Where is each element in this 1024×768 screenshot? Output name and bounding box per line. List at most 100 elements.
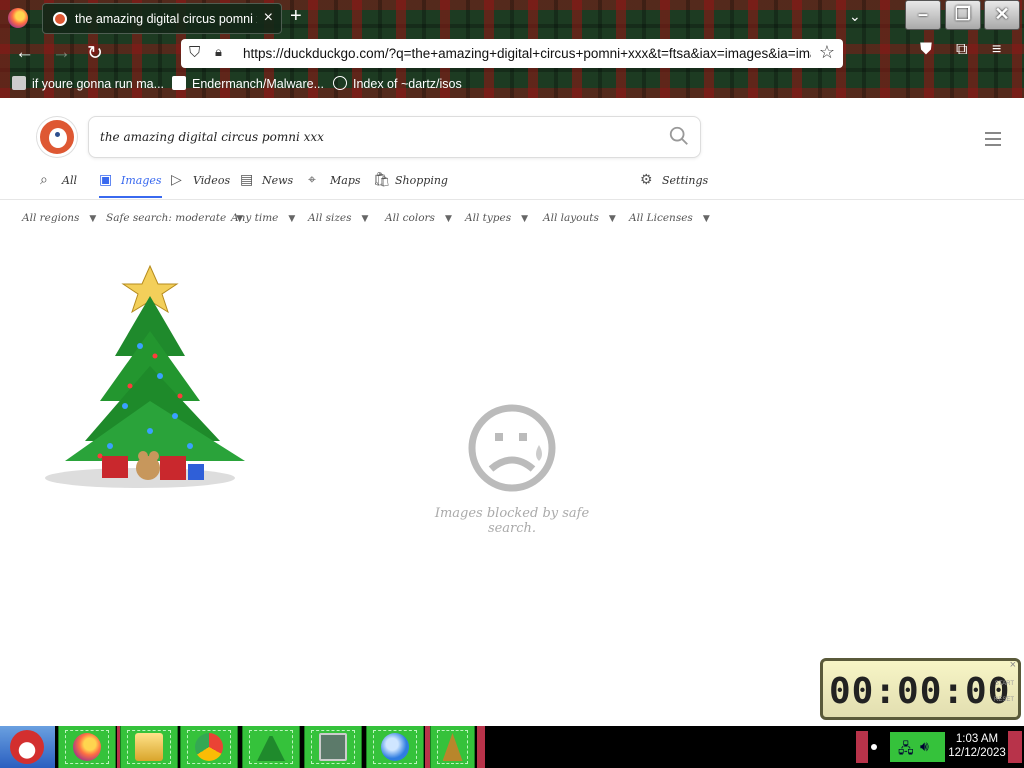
tab-videos[interactable]: ▷ Videos bbox=[171, 172, 230, 198]
shopping-bag-icon: 🛍︎ bbox=[373, 172, 391, 188]
header-divider bbox=[0, 199, 1024, 200]
taskbar: 🖧︎ 🔊︎ 1:03 AM 12/12/2023 bbox=[0, 726, 1024, 768]
chrome-icon bbox=[195, 733, 223, 761]
tab-maps[interactable]: ⌖ Maps bbox=[308, 172, 361, 198]
filter-bar: All regions ▼ Safe search: moderate ▼ Any … bbox=[0, 212, 1024, 232]
tray-indicator bbox=[871, 744, 877, 750]
filter-region[interactable]: All regions ▼ bbox=[22, 212, 96, 224]
thunderbird-icon bbox=[381, 733, 409, 761]
filter-safe-search[interactable]: Safe search: moderate ▼ bbox=[106, 212, 243, 224]
blocked-message: Images blocked by safe search. bbox=[434, 506, 590, 536]
tab-shopping[interactable]: 🛍︎ Shopping bbox=[373, 172, 448, 198]
dropdown-caret-icon: ▼ bbox=[288, 214, 296, 224]
taskbar-christmas-tree-small[interactable] bbox=[430, 726, 475, 768]
app-menu-icon[interactable]: ≡ bbox=[992, 41, 1001, 59]
search-input[interactable]: the amazing digital circus pomni xxx bbox=[100, 130, 324, 144]
filter-license[interactable]: All Licenses ▼ bbox=[629, 212, 710, 224]
folder-icon bbox=[135, 733, 163, 761]
lock-icon[interactable]: 🔒︎ bbox=[215, 44, 222, 60]
browser-chrome: the amazing digital circus pomni xxx × +… bbox=[0, 0, 1024, 98]
network-icon[interactable]: 🖧︎ bbox=[898, 738, 914, 762]
timer-close-icon[interactable]: × bbox=[1010, 659, 1016, 671]
timer-display: 00:00:00 bbox=[829, 671, 1011, 712]
filter-layout[interactable]: All layouts ▼ bbox=[543, 212, 616, 224]
image-icon: ▣ bbox=[99, 172, 113, 188]
clock-date: 12/12/2023 bbox=[948, 747, 1006, 759]
show-desktop-button[interactable] bbox=[1008, 731, 1022, 763]
monitor-icon bbox=[319, 733, 347, 761]
script-icon bbox=[12, 76, 26, 90]
pocket-icon[interactable]: ⛊ bbox=[920, 41, 932, 59]
navigation-toolbar: ← → ↻ ⛉ 🔒︎ https://duckduckgo.com/?q=the… bbox=[0, 36, 1024, 70]
dropdown-caret-icon: ▼ bbox=[444, 214, 452, 224]
taskbar-system-monitor[interactable] bbox=[304, 726, 362, 768]
dropdown-caret-icon: ▼ bbox=[702, 214, 710, 224]
system-tray: 🖧︎ 🔊︎ bbox=[890, 732, 945, 762]
duckduckgo-logo[interactable] bbox=[37, 117, 77, 157]
timer-widget[interactable]: 00:00:00 × START RESET bbox=[820, 658, 1021, 720]
taskbar-firefox[interactable] bbox=[58, 726, 116, 768]
search-box[interactable]: the amazing digital circus pomni xxx bbox=[88, 116, 701, 158]
github-icon bbox=[172, 76, 186, 90]
new-tab-button[interactable]: + bbox=[290, 5, 302, 28]
tab-title: the amazing digital circus pomni xxx bbox=[75, 12, 257, 26]
hamburger-menu-icon[interactable] bbox=[985, 132, 1001, 150]
filter-color[interactable]: All colors ▼ bbox=[385, 212, 452, 224]
filter-size[interactable]: All sizes ▼ bbox=[308, 212, 368, 224]
back-arrow-icon[interactable]: ← bbox=[15, 42, 34, 64]
tab-bar: the amazing digital circus pomni xxx × +… bbox=[0, 0, 1024, 36]
close-window-button[interactable]: ✕ bbox=[984, 0, 1020, 30]
timer-start-button[interactable]: START bbox=[995, 681, 1014, 687]
bookmarks-toolbar: if youre gonna run ma... Endermanch/Malw… bbox=[0, 70, 1024, 98]
timer-reset-button[interactable]: RESET bbox=[994, 697, 1014, 703]
search-icon: ⌕ bbox=[40, 172, 48, 188]
taskbar-thunderbird[interactable] bbox=[366, 726, 424, 768]
christmas-tree-image[interactable] bbox=[30, 256, 255, 491]
list-tabs-chevron-icon[interactable]: ⌄ bbox=[849, 8, 861, 25]
santa-icon bbox=[10, 730, 44, 764]
minimize-button[interactable]: – bbox=[905, 0, 941, 30]
url-text[interactable]: https://duckduckgo.com/?q=the+amazing+di… bbox=[243, 46, 811, 61]
firefox-menu-icon[interactable] bbox=[8, 8, 28, 28]
filter-time[interactable]: Any time ▼ bbox=[231, 212, 295, 224]
filter-type[interactable]: All types ▼ bbox=[465, 212, 528, 224]
sad-face-icon bbox=[468, 404, 556, 492]
duckduckgo-favicon-icon bbox=[53, 12, 67, 26]
page-content: the amazing digital circus pomni xxx ⌕ Al… bbox=[0, 98, 1024, 726]
forward-arrow-icon[interactable]: → bbox=[52, 42, 71, 64]
clock-time: 1:03 AM bbox=[955, 733, 999, 745]
volume-icon[interactable]: 🔊︎ bbox=[920, 738, 929, 755]
reload-icon[interactable]: ↻ bbox=[87, 42, 103, 65]
bookmark-star-icon[interactable]: ☆ bbox=[819, 42, 835, 63]
taskbar-christmas-tree[interactable] bbox=[242, 726, 300, 768]
start-button[interactable] bbox=[0, 726, 55, 768]
dropdown-caret-icon: ▼ bbox=[89, 214, 97, 224]
tab-images[interactable]: ▣ Images bbox=[99, 172, 162, 198]
bookmark-item[interactable]: Index of ~dartz/isos bbox=[333, 76, 462, 91]
firefox-icon bbox=[73, 733, 101, 761]
play-icon: ▷ bbox=[171, 172, 182, 188]
restore-button[interactable]: ❐ bbox=[945, 0, 981, 30]
search-type-tabs: ⌕ All ▣ Images ▷ Videos ▤ News ⌖ Maps 🛍︎ Shopp… bbox=[0, 172, 1024, 198]
search-icon[interactable] bbox=[668, 125, 690, 147]
extensions-icon[interactable]: ⧉ bbox=[956, 41, 967, 59]
tab-all[interactable]: ⌕ All bbox=[40, 172, 77, 198]
bookmark-item[interactable]: Endermanch/Malware... bbox=[172, 76, 324, 91]
settings-link[interactable]: ⚙ Settings bbox=[640, 172, 708, 198]
taskbar-file-explorer[interactable] bbox=[120, 726, 178, 768]
url-bar[interactable]: ⛉ 🔒︎ https://duckduckgo.com/?q=the+amazi… bbox=[181, 39, 843, 68]
map-pin-icon: ⌖ bbox=[308, 172, 316, 188]
taskbar-clock[interactable]: 1:03 AM 12/12/2023 bbox=[946, 732, 1008, 760]
tab-news[interactable]: ▤ News bbox=[240, 172, 293, 198]
globe-icon bbox=[333, 76, 347, 90]
settings-sliders-icon: ⚙ bbox=[640, 172, 653, 188]
dropdown-caret-icon: ▼ bbox=[361, 214, 369, 224]
tab-active[interactable]: the amazing digital circus pomni xxx × bbox=[42, 3, 282, 34]
bookmark-item[interactable]: if youre gonna run ma... bbox=[12, 76, 164, 91]
news-icon: ▤ bbox=[240, 172, 254, 188]
tracking-shield-icon[interactable]: ⛉ bbox=[189, 44, 200, 61]
dropdown-caret-icon: ▼ bbox=[521, 214, 529, 224]
tab-close-icon[interactable]: × bbox=[264, 9, 273, 27]
taskbar-chrome[interactable] bbox=[180, 726, 238, 768]
dropdown-caret-icon: ▼ bbox=[608, 214, 616, 224]
